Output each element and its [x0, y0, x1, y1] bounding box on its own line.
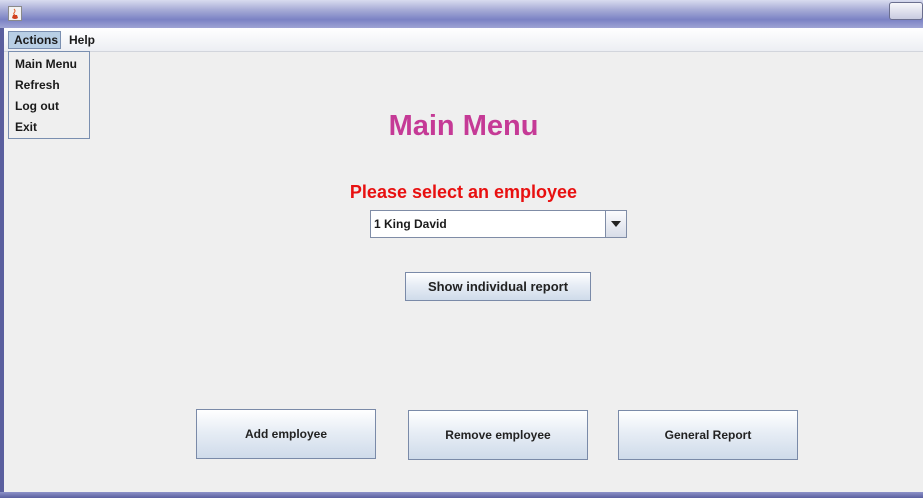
- menubar: Actions Help: [4, 28, 923, 52]
- chevron-down-icon: [611, 221, 621, 227]
- menu-item-exit[interactable]: Exit: [15, 118, 37, 136]
- menu-item-refresh[interactable]: Refresh: [15, 76, 60, 94]
- window-close-button[interactable]: [889, 2, 923, 20]
- add-employee-button[interactable]: Add employee: [196, 409, 376, 459]
- window-bottom-border: [0, 492, 923, 498]
- window-titlebar: [0, 0, 923, 28]
- remove-employee-button[interactable]: Remove employee: [408, 410, 588, 460]
- employee-select[interactable]: 1 King David: [370, 210, 627, 238]
- show-individual-report-button[interactable]: Show individual report: [405, 272, 591, 301]
- dropdown-arrow-button[interactable]: [605, 211, 626, 237]
- page-title: Main Menu: [388, 110, 539, 142]
- employee-select-value: 1 King David: [374, 217, 447, 231]
- menu-help[interactable]: Help: [64, 31, 100, 49]
- menu-actions[interactable]: Actions: [8, 31, 61, 49]
- main-window: Actions Help Main Menu Please select an …: [4, 28, 923, 492]
- menu-item-main-menu[interactable]: Main Menu: [15, 55, 77, 73]
- java-cup-icon[interactable]: [8, 6, 22, 21]
- general-report-button[interactable]: General Report: [618, 410, 798, 460]
- actions-dropdown-menu: Main Menu Refresh Log out Exit: [8, 51, 90, 139]
- employee-prompt: Please select an employee: [349, 182, 578, 202]
- menu-item-log-out[interactable]: Log out: [15, 97, 59, 115]
